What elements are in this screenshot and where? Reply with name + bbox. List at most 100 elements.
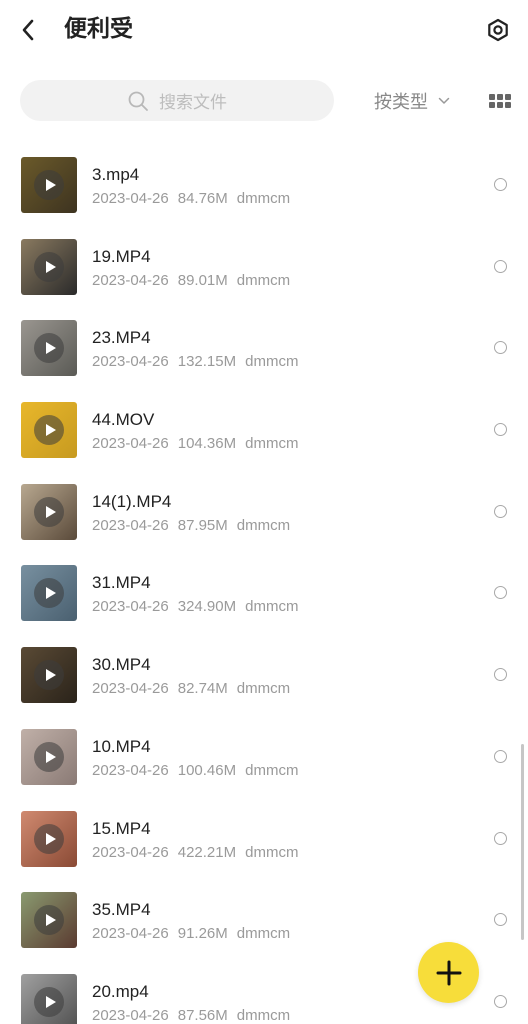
- video-thumbnail: [21, 565, 77, 622]
- play-icon: [34, 251, 64, 282]
- file-date: 2023-04-26: [92, 925, 169, 943]
- file-browser-screen: 便利受 搜索文件 按类型 3.mp4 2023-04-26 84.76M dmm…: [0, 0, 528, 1024]
- file-name: 35.MP4: [92, 900, 151, 920]
- file-meta: 2023-04-26 91.26M dmmcm: [92, 924, 299, 944]
- page-title: 便利受: [64, 16, 133, 42]
- file-size: 89.01M: [177, 271, 228, 289]
- file-owner: dmmcm: [245, 761, 299, 779]
- file-meta: 2023-04-26 104.36M dmmcm: [92, 434, 307, 454]
- play-icon: [34, 660, 64, 691]
- file-date: 2023-04-26: [92, 598, 169, 616]
- select-radio[interactable]: [494, 668, 507, 682]
- file-size: 422.21M: [177, 843, 237, 861]
- video-thumbnail: [21, 810, 77, 867]
- file-owner: dmmcm: [236, 680, 291, 698]
- file-meta: 2023-04-26 324.90M dmmcm: [92, 597, 307, 617]
- video-thumbnail: [21, 157, 77, 213]
- file-size: 91.26M: [177, 925, 228, 943]
- search-placeholder: 搜索文件: [159, 93, 227, 113]
- file-name: 44.MOV: [92, 410, 155, 430]
- file-meta: 2023-04-26 87.56M dmmcm: [92, 1006, 299, 1024]
- file-list-item[interactable]: 14(1).MP4 2023-04-26 87.95M dmmcm: [0, 472, 528, 554]
- file-name: 19.MP4: [92, 246, 151, 266]
- chevron-down-icon: [438, 97, 450, 104]
- hexagon-gear-icon: [488, 18, 508, 42]
- add-file-button[interactable]: [418, 942, 479, 1003]
- file-list-item[interactable]: 31.MP4 2023-04-26 324.90M dmmcm: [0, 553, 528, 635]
- file-name: 14(1).MP4: [92, 491, 172, 511]
- file-list-item[interactable]: 10.MP4 2023-04-26 100.46M dmmcm: [0, 717, 528, 799]
- file-name: 15.MP4: [92, 818, 151, 838]
- video-thumbnail: [21, 973, 77, 1024]
- file-date: 2023-04-26: [92, 271, 169, 289]
- file-owner: dmmcm: [245, 598, 299, 616]
- file-owner: dmmcm: [245, 435, 299, 453]
- select-radio[interactable]: [494, 749, 507, 763]
- file-meta: 2023-04-26 84.76M dmmcm: [92, 189, 299, 209]
- sort-label: 按类型: [374, 92, 428, 113]
- file-owner: dmmcm: [236, 190, 291, 207]
- chevron-left-icon: [22, 19, 34, 41]
- file-size: 100.46M: [177, 761, 237, 779]
- play-icon: [34, 905, 64, 936]
- grid-view-toggle[interactable]: [489, 92, 513, 110]
- file-name: 3.mp4: [92, 165, 140, 184]
- file-meta: 2023-04-26 100.46M dmmcm: [92, 761, 307, 781]
- play-icon: [34, 496, 64, 527]
- search-icon: [128, 91, 148, 111]
- file-date: 2023-04-26: [92, 190, 169, 207]
- video-thumbnail: [21, 892, 77, 949]
- file-list-item[interactable]: 44.MOV 2023-04-26 104.36M dmmcm: [0, 390, 528, 472]
- file-name: 10.MP4: [92, 736, 151, 756]
- select-radio[interactable]: [494, 259, 507, 273]
- play-icon: [34, 415, 64, 446]
- file-owner: dmmcm: [236, 925, 291, 943]
- select-radio[interactable]: [494, 423, 507, 437]
- settings-button[interactable]: [482, 14, 514, 46]
- file-list: 3.mp4 2023-04-26 84.76M dmmcm 19.MP4 2023-04-…: [0, 145, 528, 1024]
- file-list-item[interactable]: 23.MP4 2023-04-26 132.15M dmmcm: [0, 308, 528, 390]
- file-owner: dmmcm: [236, 1006, 291, 1024]
- file-owner: dmmcm: [245, 353, 299, 371]
- play-icon: [34, 823, 64, 854]
- select-radio[interactable]: [494, 831, 507, 845]
- select-radio[interactable]: [494, 994, 507, 1008]
- file-size: 104.36M: [177, 435, 237, 453]
- file-size: 82.74M: [177, 680, 228, 698]
- plus-icon: [436, 960, 461, 985]
- select-radio[interactable]: [494, 586, 507, 600]
- file-meta: 2023-04-26 422.21M dmmcm: [92, 843, 307, 863]
- play-icon: [34, 741, 64, 772]
- file-list-item[interactable]: 15.MP4 2023-04-26 422.21M dmmcm: [0, 799, 528, 881]
- video-thumbnail: [21, 402, 77, 459]
- file-date: 2023-04-26: [92, 761, 169, 779]
- video-thumbnail: [21, 238, 77, 295]
- file-name: 20.mp4: [92, 981, 149, 1001]
- file-date: 2023-04-26: [92, 843, 169, 861]
- file-date: 2023-04-26: [92, 516, 169, 534]
- file-name: 23.MP4: [92, 328, 151, 348]
- file-list-item[interactable]: 3.mp4 2023-04-26 84.76M dmmcm: [0, 145, 528, 227]
- file-meta: 2023-04-26 82.74M dmmcm: [92, 679, 299, 699]
- play-icon: [34, 170, 64, 200]
- video-thumbnail: [21, 483, 77, 540]
- file-list-item[interactable]: 30.MP4 2023-04-26 82.74M dmmcm: [0, 635, 528, 717]
- select-radio[interactable]: [494, 178, 507, 191]
- file-size: 87.95M: [177, 516, 228, 534]
- select-radio[interactable]: [494, 341, 507, 355]
- sort-dropdown[interactable]: 按类型: [374, 87, 450, 115]
- file-date: 2023-04-26: [92, 435, 169, 453]
- select-radio[interactable]: [494, 504, 507, 518]
- file-owner: dmmcm: [245, 843, 299, 861]
- file-owner: dmmcm: [236, 516, 291, 534]
- back-button[interactable]: [14, 14, 42, 46]
- file-size: 132.15M: [177, 353, 237, 371]
- file-meta: 2023-04-26 87.95M dmmcm: [92, 516, 299, 536]
- search-input[interactable]: 搜索文件: [20, 80, 334, 121]
- select-radio[interactable]: [494, 913, 507, 927]
- file-date: 2023-04-26: [92, 1006, 169, 1024]
- file-size: 84.76M: [177, 190, 228, 207]
- scrollbar[interactable]: [521, 744, 524, 940]
- video-thumbnail: [21, 728, 77, 785]
- file-list-item[interactable]: 19.MP4 2023-04-26 89.01M dmmcm: [0, 227, 528, 309]
